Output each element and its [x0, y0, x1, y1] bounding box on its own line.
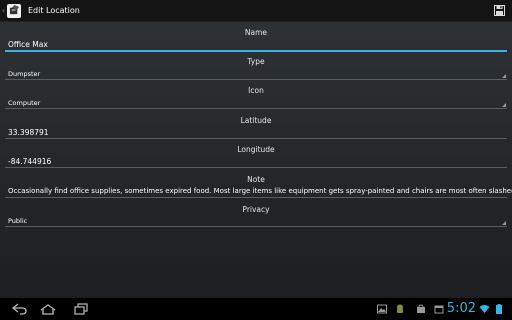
back-icon[interactable] [12, 303, 28, 315]
android-icon [397, 304, 403, 313]
app-icon[interactable] [7, 3, 21, 18]
privacy-spinner-underline [5, 226, 507, 227]
gallery-icon [377, 304, 387, 314]
save-icon[interactable] [494, 5, 505, 16]
icon-spinner[interactable]: Computer [8, 99, 40, 107]
wifi-icon [479, 305, 490, 313]
latitude-field-underline [5, 138, 507, 139]
icon-label: Icon [248, 86, 264, 95]
latitude-field[interactable]: 33.398791 [8, 128, 49, 137]
type-spinner-underline [5, 79, 507, 80]
note-field[interactable]: Occasionally find office supplies, somet… [8, 187, 512, 195]
app-logo-icon [9, 5, 19, 15]
name-field-underline [5, 50, 507, 52]
up-caret-icon[interactable]: ‹ [1, 0, 6, 22]
name-label: Name [244, 28, 268, 37]
privacy-dropdown-icon[interactable] [502, 221, 506, 225]
status-clock: 5:02 [446, 301, 476, 316]
recent-apps-icon[interactable] [73, 303, 89, 315]
type-dropdown-icon[interactable] [502, 74, 506, 78]
type-label: Type [247, 57, 265, 66]
store-icon [417, 304, 425, 313]
note-label: Note [247, 175, 265, 184]
privacy-spinner[interactable]: Public [8, 217, 27, 225]
longitude-field[interactable]: -84.744916 [8, 157, 51, 166]
type-spinner[interactable]: Dumpster [8, 70, 40, 78]
system-nav-bar: 5:02 [0, 298, 512, 320]
action-bar: ‹ Edit Location [0, 0, 512, 22]
icon-dropdown-icon[interactable] [502, 103, 506, 107]
icon-spinner-underline [5, 108, 507, 109]
page-title: Edit Location [28, 6, 80, 15]
note-field-underline [5, 197, 507, 198]
name-field[interactable]: Office Max [8, 40, 48, 49]
privacy-label: Privacy [242, 205, 270, 214]
longitude-label: Longitude [237, 145, 275, 154]
calendar-icon [434, 305, 444, 314]
longitude-field-underline [5, 167, 507, 168]
battery-icon [496, 304, 502, 314]
home-icon[interactable] [40, 303, 56, 315]
latitude-label: Latitude [240, 116, 272, 125]
